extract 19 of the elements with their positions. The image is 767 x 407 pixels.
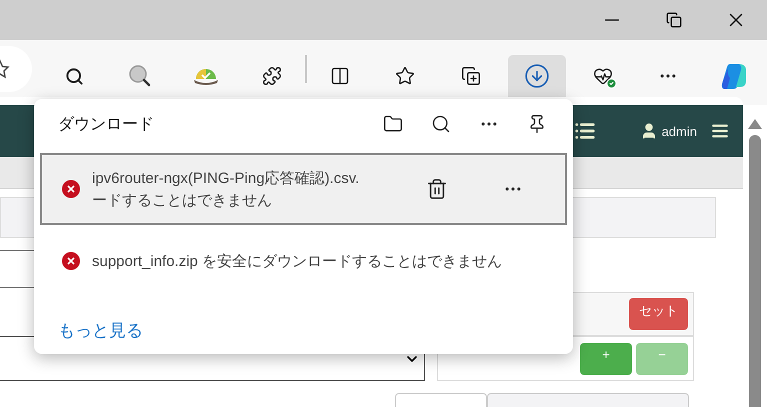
download-icon[interactable]: [508, 55, 566, 97]
download-item[interactable]: ipv6router-ngx(PING-Ping応答確認).csv. ードすることはできません: [40, 153, 567, 225]
panel-title: ダウンロード: [58, 114, 155, 134]
address-bar[interactable]: [0, 46, 32, 92]
error-icon: [62, 252, 80, 270]
scroll-thumb[interactable]: [749, 135, 761, 407]
scroll-up-icon[interactable]: [748, 119, 762, 129]
error-icon: [62, 180, 80, 198]
star-icon[interactable]: [0, 58, 10, 78]
list-icon[interactable]: [574, 120, 596, 142]
restore-icon[interactable]: [666, 12, 682, 28]
file-name: support_info.zip を安全にダウンロードすることはできません: [92, 252, 504, 270]
see-more-link[interactable]: もっと見る: [58, 319, 573, 342]
file-name: ipv6router-ngx(PING-Ping応答確認).csv.: [92, 168, 360, 188]
user-name[interactable]: admin: [662, 124, 697, 138]
status-text: ードすることはできません: [92, 190, 273, 210]
reset-button[interactable]: セット: [629, 298, 688, 330]
add-button[interactable]: +: [580, 342, 632, 374]
menu-icon[interactable]: [711, 122, 729, 140]
